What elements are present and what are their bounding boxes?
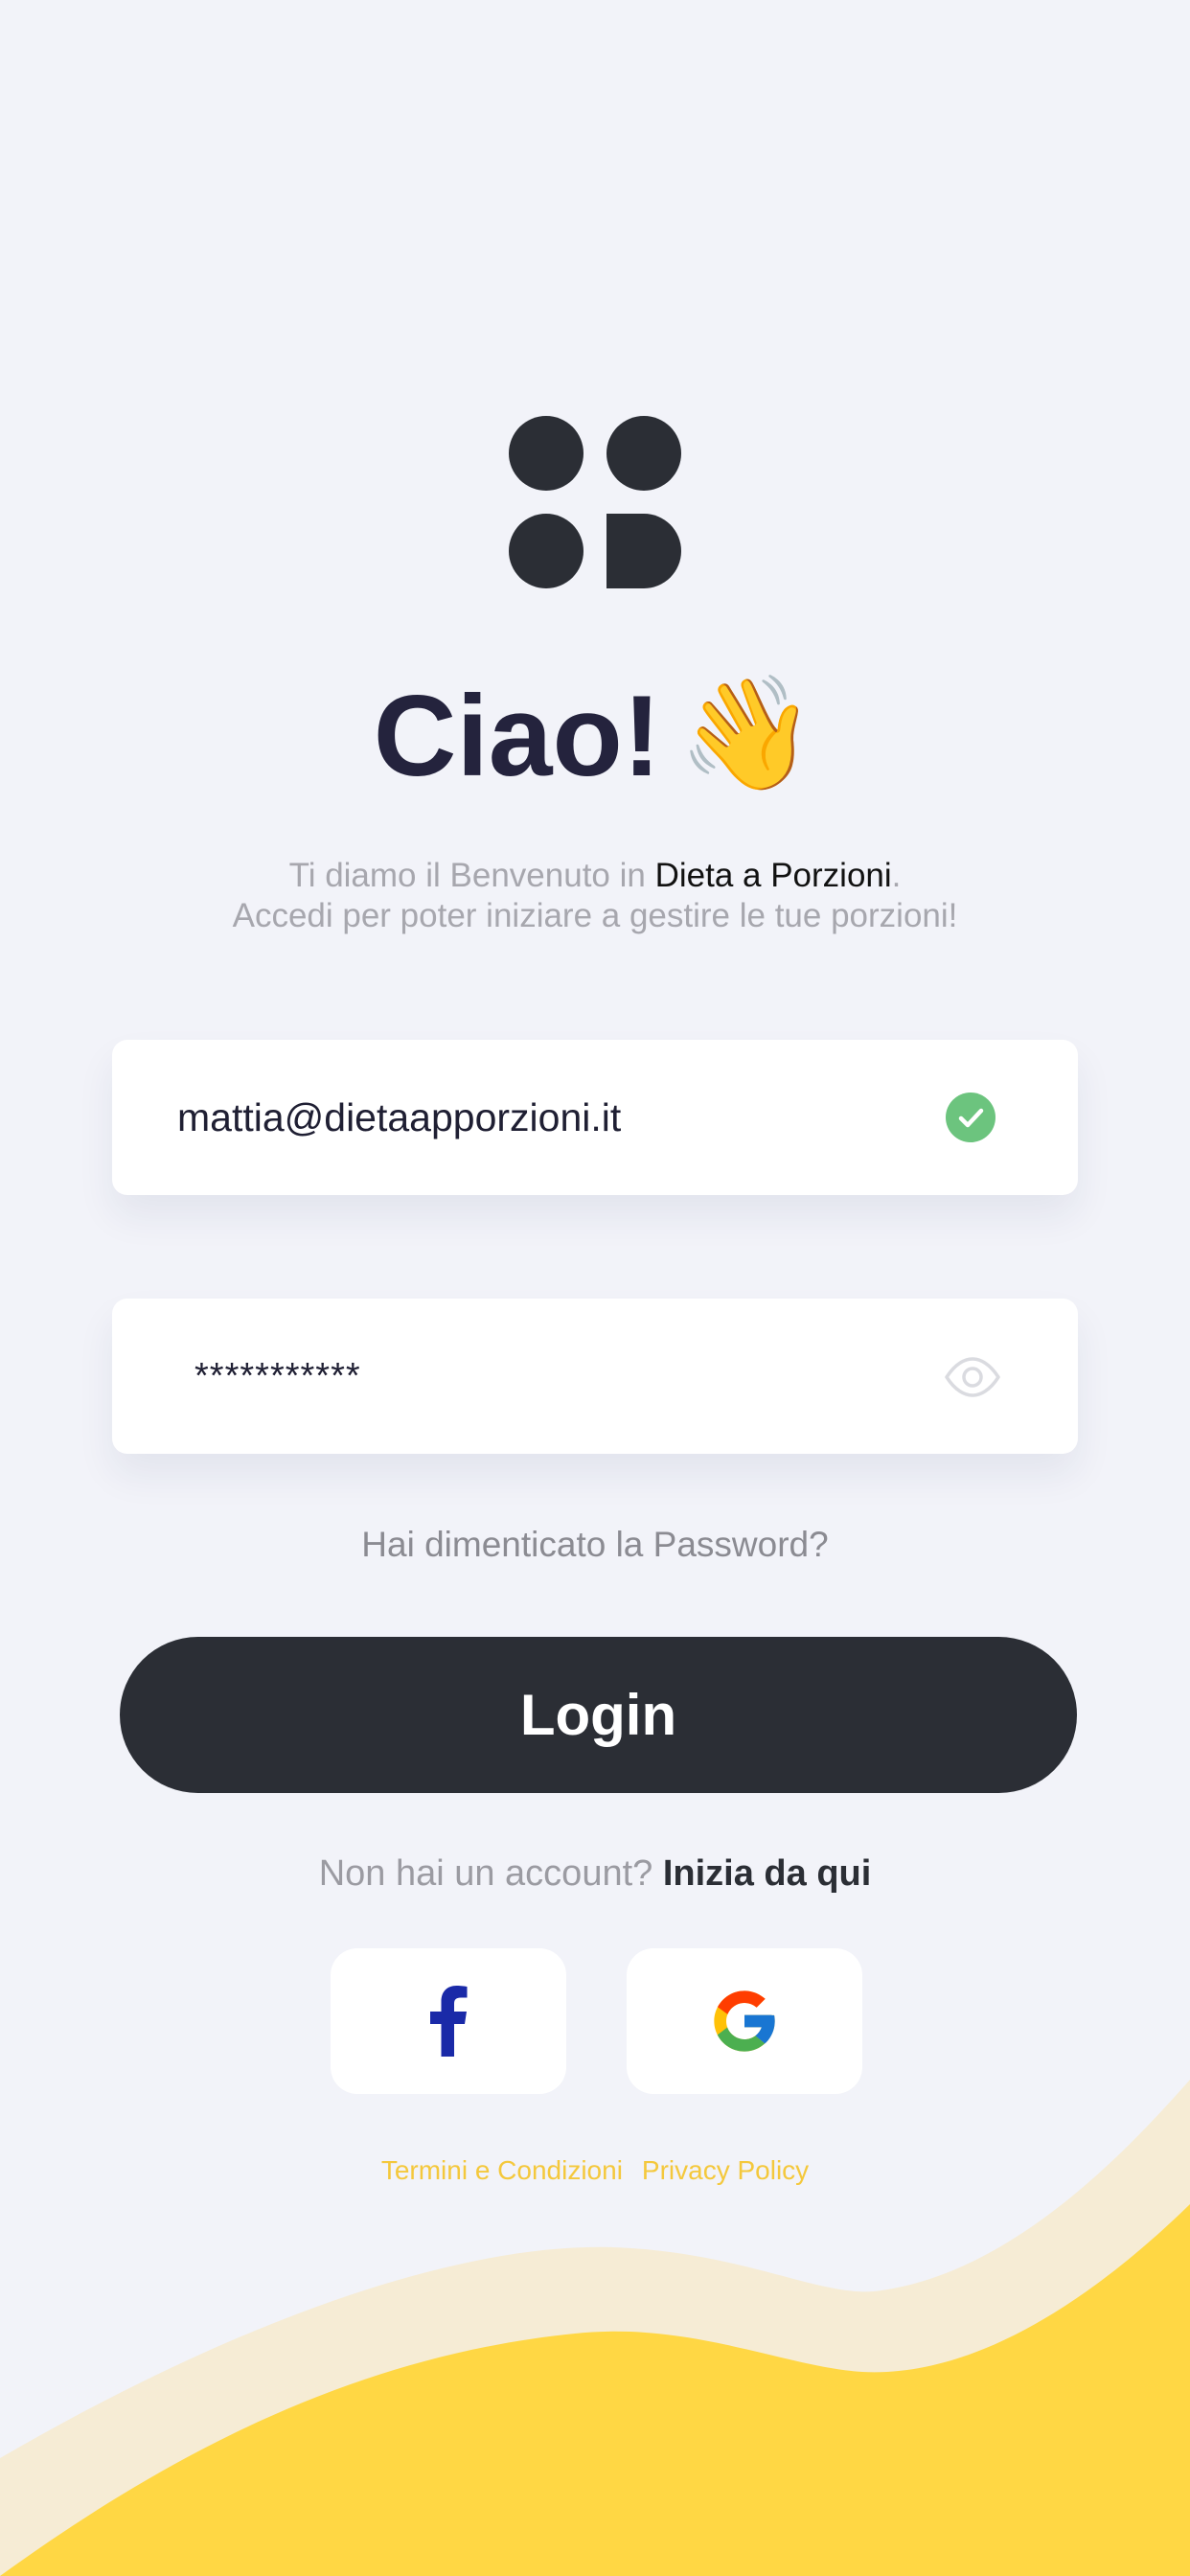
google-login-button[interactable] xyxy=(627,1948,862,2094)
google-icon xyxy=(714,1990,775,2052)
welcome-suffix: . xyxy=(891,857,902,894)
email-input[interactable] xyxy=(177,1040,963,1195)
greeting-text: Ciao! xyxy=(373,672,661,800)
waving-hand-emoji: 👋 xyxy=(677,671,817,795)
terms-link[interactable]: Termini e Condizioni xyxy=(381,2155,623,2185)
legal-links: Termini e Condizioni Privacy Policy xyxy=(0,2154,1190,2187)
eye-icon[interactable] xyxy=(944,1356,1001,1398)
signup-link[interactable]: Inizia da qui xyxy=(663,1853,871,1894)
welcome-text: Ti diamo il Benvenuto in Dieta a Porzion… xyxy=(0,856,1190,936)
brand-name: Dieta a Porzioni xyxy=(654,857,892,894)
email-field-container xyxy=(112,1040,1078,1195)
signup-prompt-text: Non hai un account? xyxy=(318,1853,663,1894)
bottom-wave-decoration xyxy=(0,2080,1190,2576)
welcome-prefix: Ti diamo il Benvenuto in xyxy=(288,857,655,894)
check-circle-icon xyxy=(946,1092,995,1142)
password-field-container xyxy=(112,1299,1078,1454)
password-input[interactable] xyxy=(195,1299,980,1454)
facebook-login-button[interactable] xyxy=(331,1948,566,2094)
signup-prompt: Non hai un account? Inizia da qui xyxy=(0,1852,1190,1896)
greeting-title: Ciao! 👋 xyxy=(0,661,1190,808)
login-button[interactable]: Login xyxy=(120,1637,1077,1793)
welcome-line2: Accedi per poter iniziare a gestire le t… xyxy=(232,897,958,934)
forgot-password-link[interactable]: Hai dimenticato la Password? xyxy=(0,1524,1190,1566)
privacy-link[interactable]: Privacy Policy xyxy=(642,2155,809,2185)
facebook-icon xyxy=(430,1986,468,2057)
app-logo xyxy=(509,416,681,588)
